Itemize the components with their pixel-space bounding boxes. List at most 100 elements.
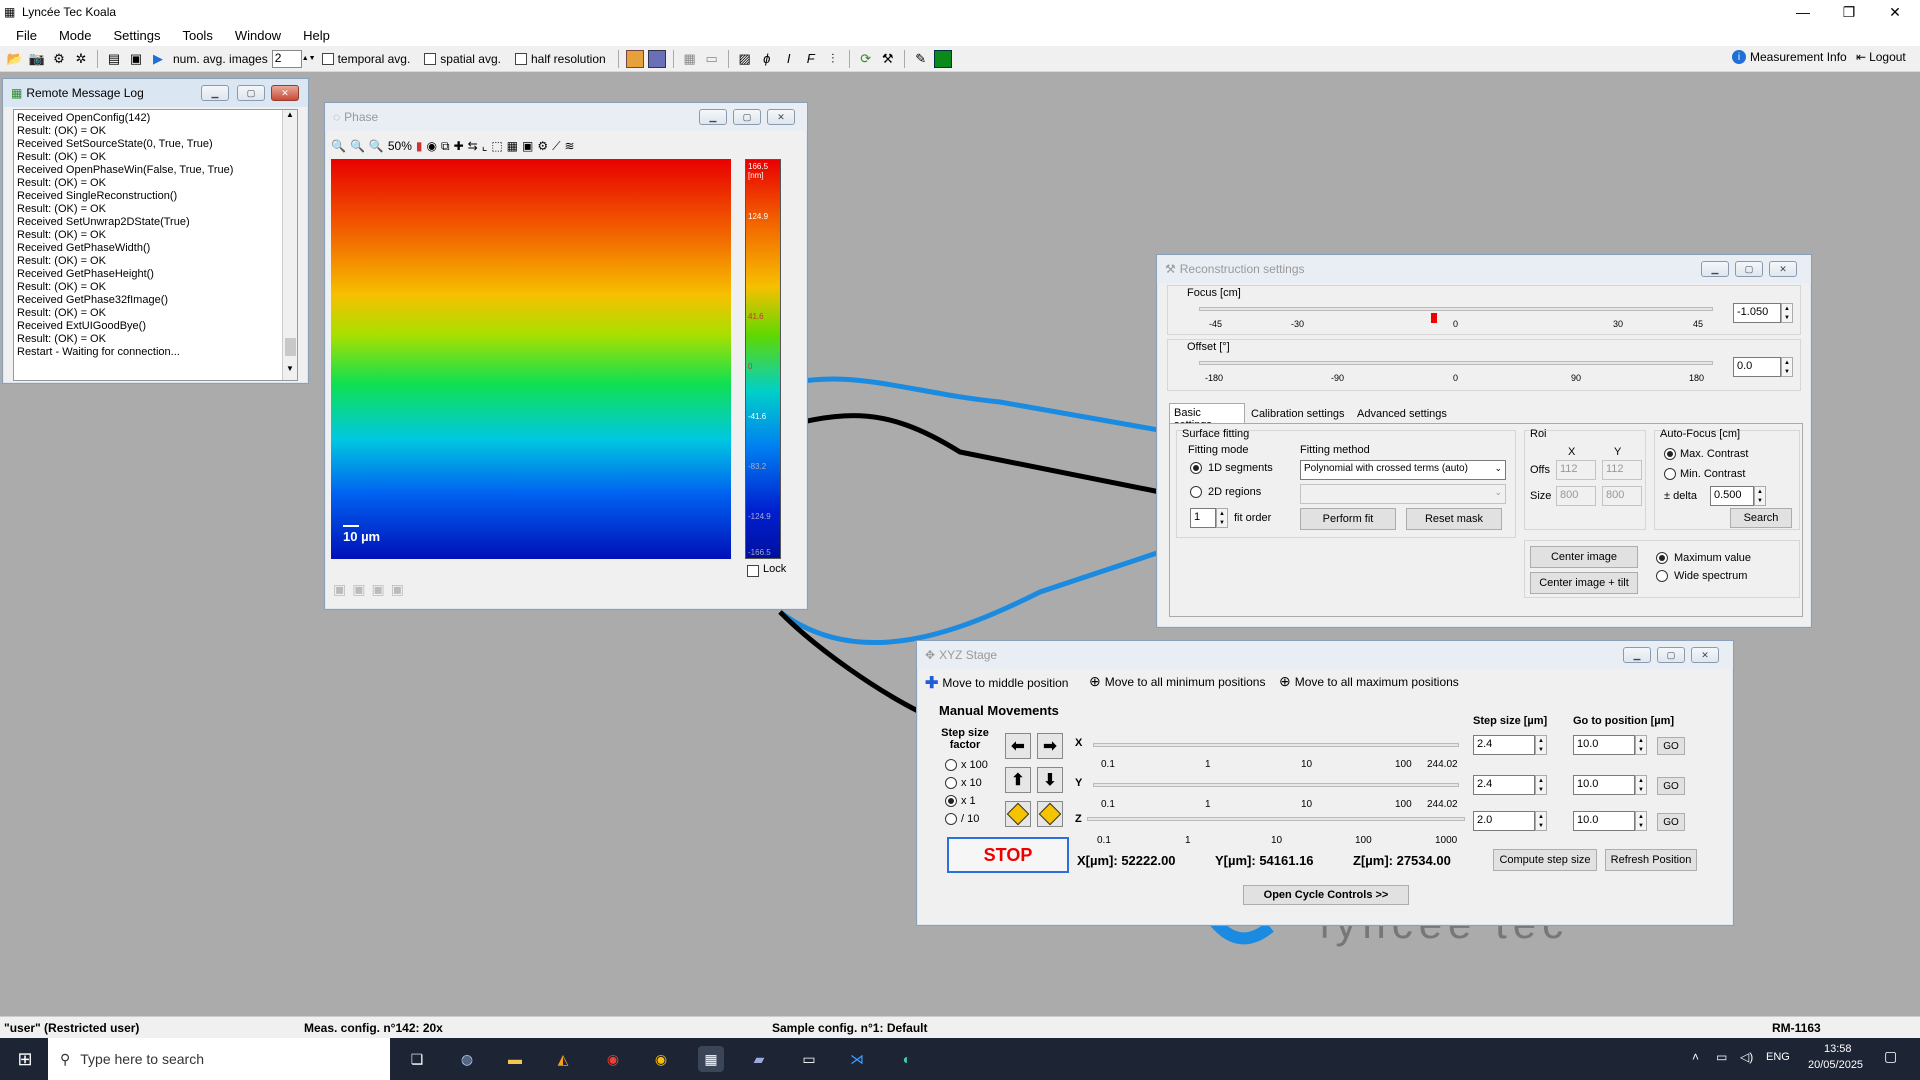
green-status-icon[interactable] <box>933 49 952 68</box>
step-z-spinner[interactable]: ▲ ▼ <box>1535 811 1547 831</box>
fit-order-spinner[interactable]: ▲ ▼ <box>1216 508 1228 528</box>
brush-icon[interactable]: ✎ <box>912 50 930 68</box>
notification-icon[interactable]: ▢ <box>1884 1048 1897 1065</box>
menu-settings[interactable]: Settings <box>113 28 160 43</box>
log-scrollbar[interactable]: ▲ ▼ <box>282 110 297 380</box>
perform-fit-button[interactable]: Perform fit <box>1300 508 1396 530</box>
ruler-icon[interactable]: ⟋ <box>552 139 560 154</box>
tab-advanced-settings[interactable]: Advanced settings <box>1353 405 1451 423</box>
menu-help[interactable]: Help <box>303 28 330 43</box>
record-icon[interactable]: ▣ <box>127 50 145 68</box>
z-up-button[interactable] <box>1005 801 1031 827</box>
move-max-button[interactable]: ⊕ Move to all maximum positions <box>1279 673 1459 690</box>
view-mode-icon[interactable]: ▣ <box>371 581 384 598</box>
refresh-icon[interactable]: ⟳ <box>857 50 875 68</box>
factor-div10-radio[interactable] <box>945 813 957 825</box>
fit-order-input[interactable]: 1 <box>1190 508 1216 528</box>
restore-icon[interactable]: ❐ <box>1826 0 1872 24</box>
focus-slider-thumb[interactable] <box>1431 313 1437 323</box>
log-text-area[interactable]: Received OpenConfig(142) Result: (OK) = O… <box>13 109 298 381</box>
logout-button[interactable]: ⇤ Logout <box>1856 50 1906 64</box>
factor-x10-radio[interactable] <box>945 777 957 789</box>
film-icon[interactable]: ▤ <box>105 50 123 68</box>
move-middle-button[interactable]: ✚ Move to middle position <box>925 673 1068 693</box>
measurement-info-button[interactable]: i Measurement Info <box>1732 50 1847 64</box>
recon-close-button[interactable]: ✕ <box>1769 261 1797 277</box>
center-image-button[interactable]: Center image <box>1530 546 1638 568</box>
tab-basic-settings[interactable]: Basic settings <box>1169 403 1245 431</box>
fitting-method-select[interactable]: Polynomial with crossed terms (auto) ⌄ <box>1300 460 1506 480</box>
open-folder-icon[interactable]: 📂 <box>6 50 24 68</box>
filter-icon[interactable]: ⫶ <box>824 50 842 68</box>
settings-tools-icon[interactable]: ⚙ <box>50 50 68 68</box>
recon-maximize-button[interactable]: ▢ <box>1735 261 1763 277</box>
phase-image[interactable]: 10 µm <box>331 159 731 559</box>
koala-app-icon[interactable]: ▦ <box>698 1046 724 1072</box>
tile-icon[interactable]: ▦ <box>507 139 518 153</box>
close-icon[interactable]: ✕ <box>1872 0 1918 24</box>
chrome-icon-2[interactable]: ◉ <box>648 1046 674 1072</box>
half-resolution-checkbox[interactable] <box>514 52 527 65</box>
roi-size-y-input[interactable]: 800 <box>1602 486 1642 506</box>
xyz-close-button[interactable]: ✕ <box>1691 647 1719 663</box>
flip-icon[interactable]: ⇆ <box>468 139 478 153</box>
crosshair-icon[interactable]: ✚ <box>454 139 464 153</box>
move-min-button[interactable]: ⊕ Move to all minimum positions <box>1089 673 1265 690</box>
roi-select-icon[interactable]: ⬚ <box>491 139 502 153</box>
file-explorer-icon[interactable]: ▬ <box>502 1046 528 1072</box>
chrome-icon[interactable]: ◉ <box>600 1046 626 1072</box>
focus-spinner[interactable]: ▲ ▼ <box>1781 303 1793 323</box>
goto-y-input[interactable]: 10.0 <box>1573 775 1635 795</box>
step-y-input[interactable]: 2.4 <box>1473 775 1535 795</box>
compute-step-size-button[interactable]: Compute step size <box>1493 849 1597 871</box>
zoom-out-icon[interactable]: 🔍 <box>331 139 346 153</box>
app-icon-2[interactable]: ▰ <box>746 1046 772 1072</box>
factor-x1-radio[interactable] <box>945 795 957 807</box>
taskbar-search-box[interactable]: ⚲ Type here to search <box>48 1038 390 1080</box>
view-mode-icon[interactable]: ▣ <box>333 581 346 598</box>
xyz-maximize-button[interactable]: ▢ <box>1657 647 1685 663</box>
scroll-down-icon[interactable]: ▼ <box>286 364 294 373</box>
phase-maximize-button[interactable]: ▢ <box>733 109 761 125</box>
num-avg-spinner-icon[interactable]: ▲▼ <box>302 55 316 62</box>
open-cycle-controls-button[interactable]: Open Cycle Controls >> <box>1243 885 1409 905</box>
y-step-slider[interactable] <box>1093 783 1459 787</box>
phi-icon[interactable]: ϕ <box>758 50 776 68</box>
volume-icon[interactable]: ◁) <box>1740 1050 1753 1064</box>
phase-minimize-button[interactable]: ▁ <box>699 109 727 125</box>
grid-view-icon[interactable]: ▣ <box>522 139 533 153</box>
go-x-button[interactable]: GO <box>1657 737 1685 755</box>
log-maximize-button[interactable]: ▢ <box>237 85 265 101</box>
num-avg-input[interactable]: 2 <box>271 49 302 68</box>
lines-icon[interactable]: ≋ <box>565 139 575 153</box>
edge-icon[interactable]: ◐ <box>894 1046 920 1072</box>
maximum-value-radio[interactable] <box>1656 552 1668 564</box>
fourier-icon[interactable]: F <box>802 50 820 68</box>
mode-2d-radio[interactable] <box>1190 486 1202 498</box>
scroll-up-icon[interactable]: ▲ <box>283 110 297 119</box>
goto-z-input[interactable]: 10.0 <box>1573 811 1635 831</box>
terminal-icon[interactable]: ▭ <box>796 1046 822 1072</box>
phase-icon[interactable] <box>647 49 666 68</box>
goto-x-spinner[interactable]: ▲ ▼ <box>1635 735 1647 755</box>
hologram-icon[interactable]: ✲ <box>72 50 90 68</box>
center-image-tilt-button[interactable]: Center image + tilt <box>1530 572 1638 594</box>
stage-icon[interactable]: ⚒ <box>879 50 897 68</box>
roi-offs-y-input[interactable]: 112 <box>1602 460 1642 480</box>
arrow-left-button[interactable]: ⬅ <box>1005 733 1031 759</box>
step-x-spinner[interactable]: ▲ ▼ <box>1535 735 1547 755</box>
app-icon-1[interactable]: ◍ <box>454 1046 480 1072</box>
play-icon[interactable]: ▶ <box>149 50 167 68</box>
tab-calibration-settings[interactable]: Calibration settings <box>1247 405 1349 423</box>
taskbar-date[interactable]: 20/05/2025 <box>1808 1059 1863 1071</box>
recon-minimize-button[interactable]: ▁ <box>1701 261 1729 277</box>
mode-1d-radio[interactable] <box>1190 462 1202 474</box>
view-mode-icon[interactable]: ▣ <box>391 581 404 598</box>
arrow-right-button[interactable]: ➡ <box>1037 733 1063 759</box>
windows-start-icon[interactable]: ⊞ <box>12 1046 38 1072</box>
histogram-icon[interactable]: ▮ <box>416 139 423 153</box>
refresh-position-button[interactable]: Refresh Position <box>1605 849 1697 871</box>
network-icon[interactable]: ▭ <box>1716 1050 1727 1064</box>
minimize-icon[interactable]: — <box>1780 0 1826 24</box>
second-method-select[interactable]: ⌄ <box>1300 484 1506 504</box>
